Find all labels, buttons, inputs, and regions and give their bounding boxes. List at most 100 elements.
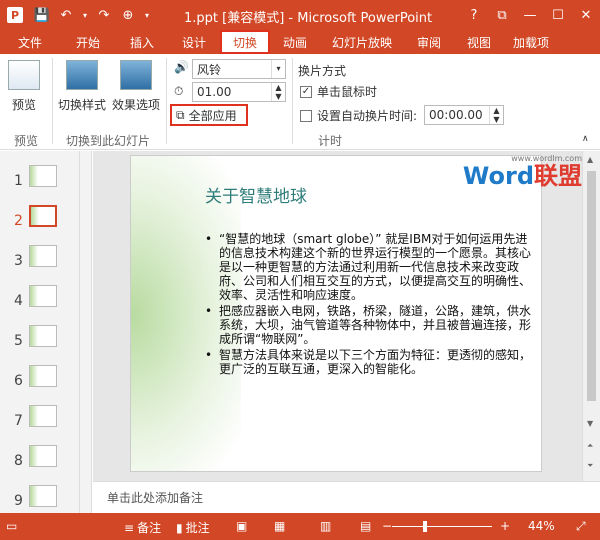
tab-insert[interactable]: 插入 [116,30,168,54]
notes-button[interactable]: ≡ 备注 [124,519,161,536]
transition-style-label: 切换样式 [58,98,107,112]
sound-select[interactable]: 风铃 ▾ [192,59,286,79]
thumbnail-number: 7 [14,413,23,429]
tab-animations[interactable]: 动画 [270,30,320,54]
slide-body-text[interactable]: “智慧的地球（smart globe）” 就是IBM对于如何运用先进的信息技术构… [205,232,535,378]
on-click-checkbox-row[interactable]: ✓ 单击鼠标时 [300,83,377,100]
main-vertical-scrollbar[interactable]: ▲ ▼ ⏶ ⏷ [582,151,600,481]
tab-file[interactable]: 文件 [0,30,60,54]
app-icon[interactable]: P [4,5,26,25]
slideshow-view-icon[interactable]: ▤ [360,519,371,533]
zoom-level[interactable]: 44% [528,519,555,533]
slide-sorter-icon[interactable]: ▦ [274,519,285,533]
undo-dropdown-icon[interactable]: ▾ [80,11,90,20]
comment-icon: ▮ [176,520,183,535]
help-button[interactable]: ? [460,0,488,30]
zoom-in-icon[interactable]: + [500,519,510,533]
notes-label: 备注 [137,521,162,535]
thumbnail-image[interactable] [29,485,57,507]
notes-pane[interactable]: 单击此处添加备注 [93,481,600,513]
window-controls: ? ⧉ — ☐ ✕ [460,0,600,30]
thumbnail-image[interactable] [29,285,57,307]
tab-addins[interactable]: 加载项 [504,30,558,54]
tab-slideshow[interactable]: 幻灯片放映 [320,30,404,54]
start-slideshow-icon[interactable]: ⊕ [118,8,138,23]
redo-icon[interactable]: ↷ [94,8,114,23]
on-click-checkbox[interactable]: ✓ [300,85,312,98]
chevron-down-icon[interactable]: ▾ [271,60,285,78]
thumbnail-number: 4 [14,293,23,309]
ribbon-tabs: 文件 开始 插入 设计 切换 动画 幻灯片放映 审阅 视图 加载项 [0,30,600,54]
thumbnail-number: 6 [14,373,23,389]
sound-value: 风铃 [197,62,222,77]
thumbnail-image[interactable] [29,205,57,227]
slide-info-icon[interactable]: ▭ [6,519,17,533]
duration-value: 01.00 [197,85,232,99]
thumbnail-number: 2 [14,213,23,229]
thumbnail-number: 8 [14,453,23,469]
duration-field[interactable]: 01.00 ▲ ▼ [192,82,286,102]
thumbnail-image[interactable] [29,245,57,267]
tab-review[interactable]: 审阅 [404,30,454,54]
ribbon-display-options-button[interactable]: ⧉ [488,0,516,30]
next-slide-icon[interactable]: ⏷ [587,461,593,471]
thumbnail-number: 3 [14,253,23,269]
zoom-slider-track[interactable] [392,526,492,527]
customize-qat-icon[interactable]: ▾ [142,11,152,20]
watermark-cn: 联盟 [534,162,582,190]
thumbnail-scrollbar[interactable] [79,151,91,513]
preview-button[interactable]: 预览 [8,60,40,113]
thumbnail-image[interactable] [29,365,57,387]
comments-button[interactable]: ▮ 批注 [176,519,210,536]
on-click-label: 单击鼠标时 [317,85,378,99]
effect-options-button[interactable]: 效果选项 [112,60,160,113]
thumbnail-image[interactable] [29,405,57,427]
collapse-ribbon-icon[interactable]: ∧ [582,134,589,144]
maximize-button[interactable]: ☐ [544,0,572,30]
thumbnail-image[interactable] [29,325,57,347]
apply-to-all-button[interactable]: ⧉ 全部应用 [170,104,248,126]
save-icon[interactable]: 💾 [32,8,52,23]
scroll-up-icon[interactable]: ▲ [587,155,593,164]
watermark: www.wordlm.com Word联盟 [462,154,582,189]
group-label-timing: 计时 [318,134,343,148]
close-button[interactable]: ✕ [572,0,600,30]
thumbnail-image[interactable] [29,445,57,467]
tab-home[interactable]: 开始 [60,30,116,54]
watermark-logo: Word联盟 [462,163,582,189]
group-label-transition: 切换到此幻灯片 [66,134,151,148]
slide-editing-area: 关于智慧地球 “智慧的地球（smart globe）” 就是IBM对于如何运用先… [93,151,582,481]
tab-design[interactable]: 设计 [168,30,220,54]
auto-time-checkbox-row[interactable]: 设置自动换片时间: [300,107,417,124]
scrollbar-thumb[interactable] [587,171,596,401]
reading-view-icon[interactable]: ▥ [320,519,331,533]
group-label-preview: 预览 [14,134,39,148]
minimize-button[interactable]: — [516,0,544,30]
slide-title[interactable]: 关于智慧地球 [205,182,307,207]
auto-time-stepper[interactable]: ▲ ▼ [489,106,503,124]
duration-stepper[interactable]: ▲ ▼ [271,83,285,101]
auto-time-field[interactable]: 00:00.00 ▲ ▼ [424,105,504,125]
undo-icon[interactable]: ↶ [56,8,76,23]
zoom-out-icon[interactable]: − [382,519,392,533]
fit-slide-icon[interactable]: ⤢ [576,519,586,534]
thumbnail-number: 1 [14,173,23,189]
group-divider [292,58,293,144]
normal-view-icon[interactable]: ▣ [236,519,247,533]
previous-slide-icon[interactable]: ⏶ [587,441,593,451]
auto-time-checkbox[interactable] [300,109,312,122]
powerpoint-icon: P [7,7,23,23]
zoom-slider-knob[interactable] [423,521,427,532]
bullet-item: “智慧的地球（smart globe）” 就是IBM对于如何运用先进的信息技术构… [205,232,535,302]
scroll-down-icon[interactable]: ▼ [587,419,593,428]
current-slide[interactable]: 关于智慧地球 “智慧的地球（smart globe）” 就是IBM对于如何运用先… [130,155,542,472]
thumbnail-number: 5 [14,333,23,349]
title-bar: P 💾 ↶ ▾ ↷ ⊕ ▾ 1.ppt [兼容模式] - Microsoft P… [0,0,600,30]
switch-mode-label: 换片方式 [298,64,347,78]
thumbnail-image[interactable] [29,165,57,187]
tab-view[interactable]: 视图 [454,30,504,54]
bullet-item: 智慧方法具体来说是以下三个方面为特征：更透彻的感知，更广泛的互联互通，更深入的智… [205,348,535,376]
effect-options-label: 效果选项 [112,98,161,112]
tab-transitions[interactable]: 切换 [220,30,270,54]
transition-style-button[interactable]: 切换样式 [58,60,106,113]
